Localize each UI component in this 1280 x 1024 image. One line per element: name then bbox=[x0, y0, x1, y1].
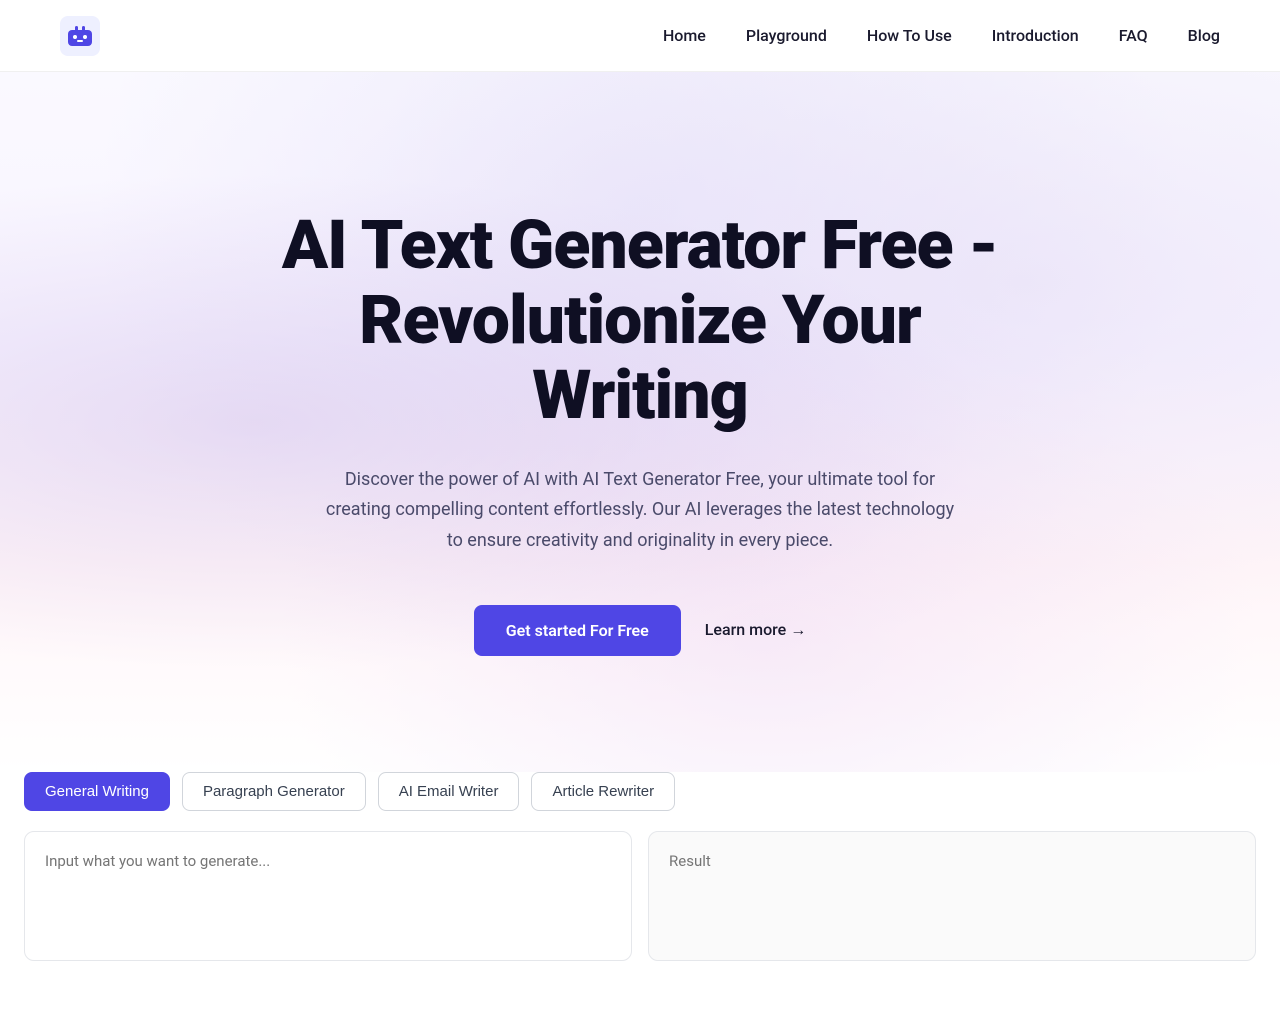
hero-section: AI Text Generator Free - Revolutionize Y… bbox=[0, 72, 1280, 772]
hero-description: Discover the power of AI with AI Text Ge… bbox=[320, 465, 960, 557]
nav-link-faq[interactable]: FAQ bbox=[1119, 26, 1148, 45]
nav-link-how-to-use[interactable]: How To Use bbox=[867, 26, 952, 45]
hero-title: AI Text Generator Free - Revolutionize Y… bbox=[250, 208, 1030, 432]
tab-paragraph-generator[interactable]: Paragraph Generator bbox=[182, 772, 366, 811]
tabs-row: General Writing Paragraph Generator AI E… bbox=[24, 772, 1256, 827]
nav-link-playground[interactable]: Playground bbox=[746, 26, 827, 45]
learn-more-link[interactable]: Learn more → bbox=[705, 620, 806, 640]
tools-section: General Writing Paragraph Generator AI E… bbox=[0, 772, 1280, 961]
logo-icon bbox=[60, 16, 100, 56]
nav-link-blog[interactable]: Blog bbox=[1188, 26, 1220, 45]
get-started-button[interactable]: Get started For Free bbox=[474, 605, 681, 656]
nav-link-introduction[interactable]: Introduction bbox=[992, 26, 1079, 45]
logo[interactable] bbox=[60, 16, 100, 56]
editor-row bbox=[24, 831, 1256, 961]
nav-item-home[interactable]: Home bbox=[663, 26, 706, 45]
nav-item-blog[interactable]: Blog bbox=[1188, 26, 1220, 45]
result-textarea[interactable] bbox=[648, 831, 1256, 961]
nav-item-faq[interactable]: FAQ bbox=[1119, 26, 1148, 45]
hero-buttons: Get started For Free Learn more → bbox=[250, 605, 1030, 656]
nav-links: Home Playground How To Use Introduction … bbox=[663, 26, 1220, 45]
input-textarea[interactable] bbox=[24, 831, 632, 961]
navbar: Home Playground How To Use Introduction … bbox=[0, 0, 1280, 72]
nav-item-playground[interactable]: Playground bbox=[746, 26, 827, 45]
nav-item-how-to-use[interactable]: How To Use bbox=[867, 26, 952, 45]
tab-ai-email-writer[interactable]: AI Email Writer bbox=[378, 772, 520, 811]
nav-item-introduction[interactable]: Introduction bbox=[992, 26, 1079, 45]
tab-article-rewriter[interactable]: Article Rewriter bbox=[531, 772, 675, 811]
tab-general-writing[interactable]: General Writing bbox=[24, 772, 170, 811]
hero-content: AI Text Generator Free - Revolutionize Y… bbox=[250, 208, 1030, 655]
nav-link-home[interactable]: Home bbox=[663, 26, 706, 45]
